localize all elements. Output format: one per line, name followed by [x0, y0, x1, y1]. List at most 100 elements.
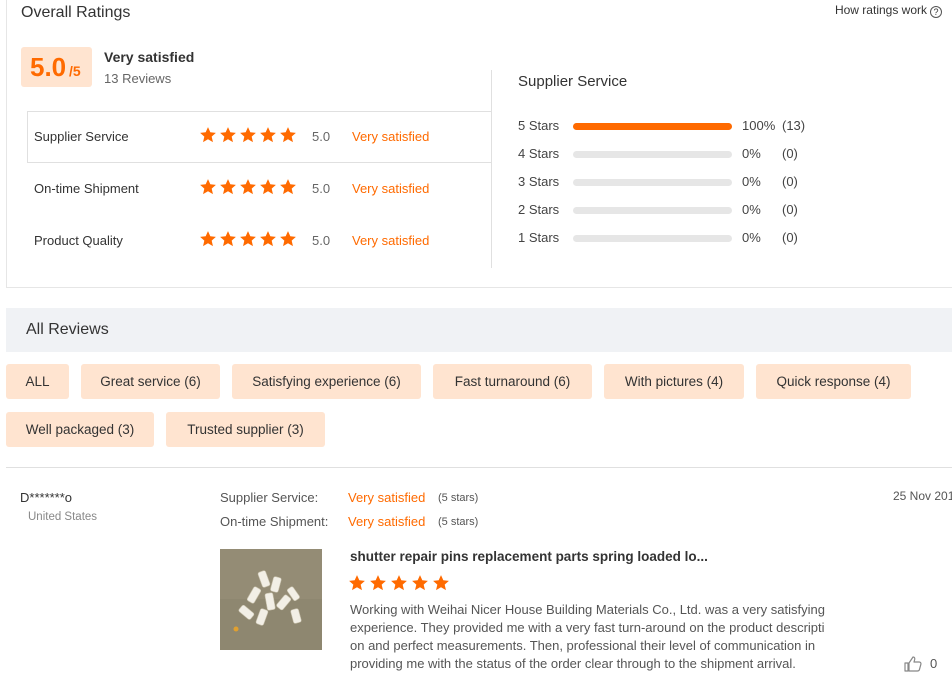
star-icon	[239, 230, 257, 248]
star-icon	[199, 126, 217, 144]
supplier-service-title: Supplier Service	[518, 73, 628, 90]
distribution-count: (0)	[782, 174, 798, 189]
distribution-percent: 0%	[742, 230, 761, 245]
distribution-bar	[573, 123, 732, 130]
distribution-count: (0)	[782, 230, 798, 245]
thumbs-up-icon[interactable]	[904, 656, 922, 672]
review-text-line: Working with Weihai Nicer House Building…	[350, 602, 825, 617]
divider	[491, 70, 492, 268]
star-icon	[369, 574, 388, 593]
product-rating-stars	[348, 574, 453, 597]
star-icon	[219, 178, 237, 196]
rating-category-satisfaction: Very satisfied	[352, 181, 430, 196]
filter-chip[interactable]: Great service (6)	[81, 364, 220, 399]
reviewer-country: United States	[28, 511, 98, 523]
rating-category-stars	[199, 126, 299, 146]
star-level-label: 3 Stars	[518, 174, 560, 189]
star-icon	[259, 178, 277, 196]
all-reviews-header: All Reviews	[6, 308, 952, 352]
product-thumbnail[interactable]	[220, 549, 322, 650]
distribution-count: (0)	[782, 146, 798, 161]
rating-category-row: Supplier Service 5.0 Very satisfied	[21, 111, 485, 163]
star-distribution-row: 2 Stars 0% (0)	[518, 200, 838, 220]
filter-chip[interactable]: Trusted supplier (3)	[166, 412, 325, 447]
rating-stars-supplier-service: (5 stars)	[438, 492, 479, 504]
rating-category-satisfaction: Very satisfied	[352, 233, 430, 248]
star-icon	[279, 126, 297, 144]
star-distribution-row: 3 Stars 0% (0)	[518, 172, 838, 192]
distribution-percent: 100%	[742, 118, 776, 133]
star-icon	[219, 126, 237, 144]
distribution-bar	[573, 207, 732, 214]
star-icon	[390, 574, 409, 593]
rating-category-label: Supplier Service	[34, 129, 129, 144]
review-text: Working with Weihai Nicer House Building…	[350, 601, 860, 673]
distribution-bar	[573, 151, 732, 158]
rating-category-row: Product Quality 5.0 Very satisfied	[21, 215, 485, 267]
rating-category-label: Product Quality	[34, 233, 123, 248]
star-icon	[259, 230, 277, 248]
overall-score: 5.0	[30, 52, 67, 82]
distribution-bar	[573, 179, 732, 186]
overall-ratings-title: Overall Ratings	[21, 4, 131, 21]
rating-satisfaction-supplier-service: Very satisfied	[348, 490, 426, 505]
product-title-link[interactable]: shutter repair pins replacement parts sp…	[350, 549, 708, 564]
star-icon	[411, 574, 430, 593]
filter-chip[interactable]: Satisfying experience (6)	[232, 364, 421, 399]
star-icon	[219, 230, 237, 248]
how-ratings-work-link[interactable]: How ratings work?	[835, 3, 942, 18]
rating-category-score: 5.0	[312, 233, 331, 248]
star-level-label: 5 Stars	[518, 118, 560, 133]
rating-satisfaction-on-time-shipment: Very satisfied	[348, 514, 426, 529]
star-distribution-row: 1 Stars 0% (0)	[518, 228, 838, 248]
question-circle-icon: ?	[930, 6, 942, 18]
star-icon	[199, 230, 217, 248]
distribution-percent: 0%	[742, 146, 761, 161]
star-icon	[348, 574, 367, 593]
star-icon	[279, 178, 297, 196]
rating-stars-on-time-shipment: (5 stars)	[438, 516, 479, 528]
star-distribution-row: 4 Stars 0% (0)	[518, 144, 838, 164]
rating-category-satisfaction: Very satisfied	[352, 129, 430, 144]
review-text-line: on and perfect measurements. Then, profe…	[350, 638, 816, 653]
rating-label-supplier-service: Supplier Service:	[220, 490, 319, 505]
distribution-percent: 0%	[742, 202, 761, 217]
star-level-label: 2 Stars	[518, 202, 560, 217]
star-level-label: 4 Stars	[518, 146, 560, 161]
star-icon	[239, 126, 257, 144]
rating-category-row: On-time Shipment 5.0 Very satisfied	[21, 163, 485, 215]
rating-category-label: On-time Shipment	[34, 181, 139, 196]
distribution-bar	[573, 235, 732, 242]
overall-satisfaction: Very satisfied	[104, 49, 195, 65]
rating-category-score: 5.0	[312, 181, 331, 196]
distribution-count: (0)	[782, 202, 798, 217]
star-level-label: 1 Stars	[518, 230, 560, 245]
rating-category-score: 5.0	[312, 129, 331, 144]
how-ratings-work-label: How ratings work	[834, 3, 927, 17]
filter-chip[interactable]: Well packaged (3)	[6, 412, 154, 447]
like-count: 0	[930, 656, 938, 671]
star-distribution-row: 5 Stars 100% (13)	[518, 116, 838, 136]
review-date: 25 Nov 2017	[893, 489, 952, 503]
filter-chip[interactable]: With pictures (4)	[604, 364, 744, 399]
divider	[6, 467, 952, 468]
filter-chip[interactable]: Fast turnaround (6)	[433, 364, 592, 399]
filter-chip[interactable]: Quick response (4)	[756, 364, 911, 399]
reviewer-name: D*******o	[20, 490, 73, 505]
filter-chip[interactable]: ALL	[6, 364, 69, 399]
rating-category-stars	[199, 230, 299, 250]
star-icon	[259, 126, 277, 144]
distribution-bar-fill	[573, 123, 732, 130]
star-icon	[432, 574, 451, 593]
rating-label-on-time-shipment: On-time Shipment:	[220, 514, 329, 529]
overall-score-badge: 5.0 /5	[21, 47, 92, 87]
all-reviews-title: All Reviews	[26, 321, 109, 338]
distribution-percent: 0%	[742, 174, 761, 189]
star-icon	[239, 178, 257, 196]
star-icon	[279, 230, 297, 248]
star-icon	[199, 178, 217, 196]
rating-category-stars	[199, 178, 299, 198]
distribution-count: (13)	[782, 118, 806, 133]
review-text-line: experience. They provided me with a very…	[350, 620, 825, 635]
review-text-line: providing me with the status of the orde…	[350, 656, 796, 671]
